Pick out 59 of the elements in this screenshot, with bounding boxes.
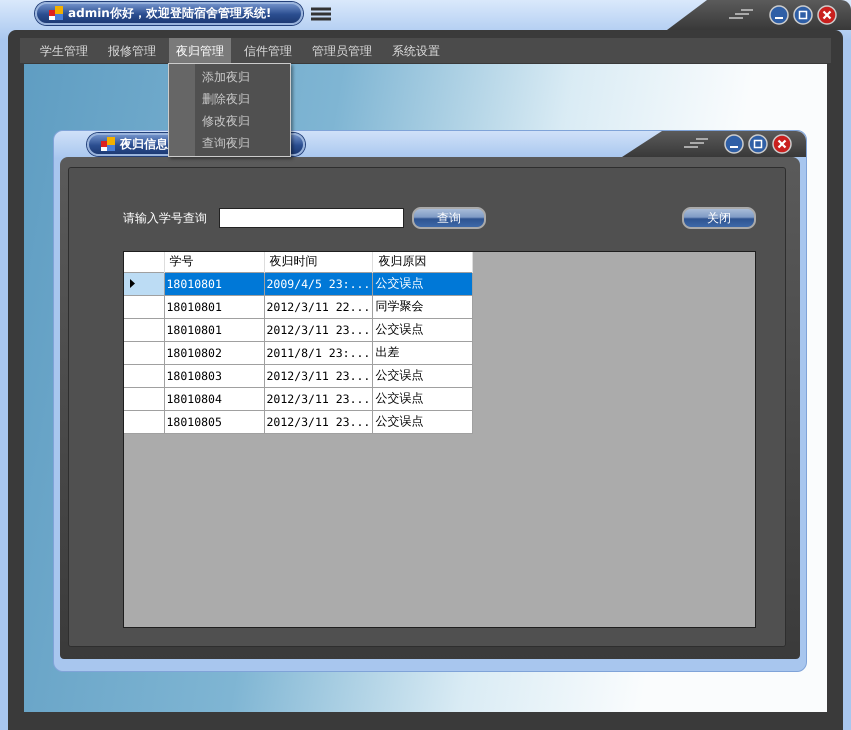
table-cell: 公交误点: [372, 387, 473, 410]
table-cell: 2012/3/11 23...: [264, 387, 373, 410]
table-cell: 2012/3/11 23...: [264, 364, 373, 387]
menu-item[interactable]: 信件管理: [237, 38, 299, 63]
maximize-button[interactable]: [793, 5, 813, 25]
close-window-button[interactable]: 关闭: [682, 207, 756, 229]
close-button[interactable]: [772, 134, 792, 154]
row-header-cell[interactable]: [124, 387, 164, 410]
row-header-cell[interactable]: [124, 410, 164, 433]
table-cell: 2009/4/5 23:...: [264, 272, 373, 295]
table-cell: 2012/3/11 23...: [264, 318, 373, 341]
table-cell: 18010801: [164, 295, 264, 318]
row-header-cell[interactable]: [124, 341, 164, 364]
window-title-text: admin你好，欢迎登陆宿舍管理系统!: [68, 4, 272, 22]
table-cell: 18010801: [164, 272, 264, 295]
minimize-button[interactable]: [769, 5, 789, 25]
table-cell: 公交误点: [372, 272, 473, 295]
dropdown-item[interactable]: 修改夜归: [169, 110, 290, 132]
search-field[interactable]: [219, 208, 404, 228]
dropdown-item[interactable]: 查询夜归: [169, 132, 290, 154]
row-header-cell[interactable]: [124, 295, 164, 318]
table-cell: 18010803: [164, 364, 264, 387]
table-cell: 2011/8/1 23:...: [264, 341, 373, 364]
row-header-cell[interactable]: [124, 364, 164, 387]
dropdown-item[interactable]: 添加夜归: [169, 66, 290, 88]
table-cell: 18010804: [164, 387, 264, 410]
column-header[interactable]: 夜归原因: [372, 252, 473, 272]
table-cell: 18010805: [164, 410, 264, 433]
grip-icon: [682, 138, 710, 150]
menu-item[interactable]: 系统设置: [385, 38, 447, 63]
menu-item[interactable]: 管理员管理: [305, 38, 379, 63]
menu-item[interactable]: 夜归管理: [169, 38, 231, 63]
column-header[interactable]: 夜归时间: [264, 252, 373, 272]
table-cell: 公交误点: [372, 364, 473, 387]
table-cell: 18010802: [164, 341, 264, 364]
table-cell: 18010801: [164, 318, 264, 341]
current-row-icon: [130, 279, 135, 288]
child-window-title-text: 夜归信息: [120, 136, 168, 152]
app-logo-icon: [49, 6, 63, 20]
table-cell: 公交误点: [372, 318, 473, 341]
table-cell: 2012/3/11 22...: [264, 295, 373, 318]
search-label: 请输入学号查询: [123, 210, 207, 226]
table-cell: 出差: [372, 341, 473, 364]
table-cell: 2012/3/11 23...: [264, 410, 373, 433]
maximize-button[interactable]: [748, 134, 768, 154]
minimize-button[interactable]: [724, 134, 744, 154]
app-logo-icon: [101, 137, 115, 151]
menu-item[interactable]: 学生管理: [33, 38, 95, 63]
column-header[interactable]: 学号: [164, 252, 264, 272]
grid-corner-cell: [124, 252, 164, 272]
menu-icon[interactable]: [311, 7, 331, 21]
table-cell: 同学聚会: [372, 295, 473, 318]
grip-icon: [727, 9, 755, 21]
menu-item[interactable]: 报修管理: [101, 38, 163, 63]
row-header-cell[interactable]: [124, 318, 164, 341]
row-header-cell[interactable]: [124, 272, 164, 295]
table-cell: 公交误点: [372, 410, 473, 433]
close-button[interactable]: [817, 5, 837, 25]
dropdown-item[interactable]: 删除夜归: [169, 88, 290, 110]
